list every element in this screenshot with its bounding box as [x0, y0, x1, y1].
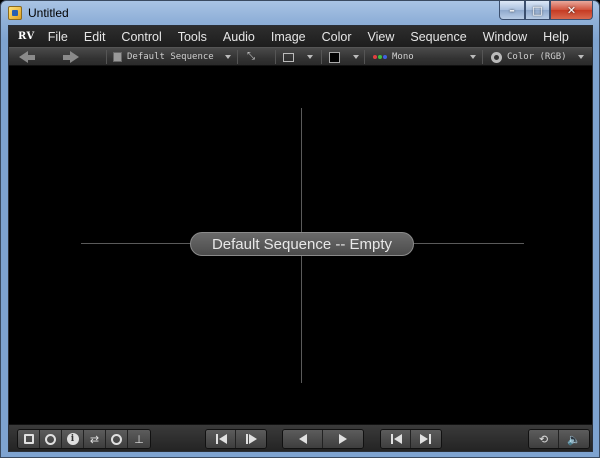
menu-help[interactable]: Help	[543, 30, 569, 44]
minimize-button[interactable]: –	[499, 1, 525, 20]
color-select[interactable]: Color (RGB)	[491, 48, 584, 66]
play-backward-button[interactable]	[283, 430, 323, 448]
sequence-select-label: Default Sequence	[127, 52, 214, 62]
window-controls: – □ ✕	[499, 1, 593, 20]
rgb-channels-icon	[373, 55, 388, 59]
close-button[interactable]: ✕	[550, 1, 593, 20]
empty-sequence-message: Default Sequence -- Empty	[190, 232, 414, 256]
bar-icon	[215, 434, 218, 444]
speaker-icon: 🔈	[567, 432, 581, 446]
playback-options-group: ⟲ 🔈	[528, 429, 590, 449]
title-bar[interactable]: Untitled – □ ✕	[1, 1, 599, 25]
bottom-control-bar: i ⇄ ⊥ ⟲ 🔈	[9, 424, 592, 451]
arrow-left-icon	[19, 51, 28, 63]
color-select-label: Color (RGB)	[507, 52, 567, 62]
maximize-button[interactable]: □	[525, 1, 550, 20]
baseline-button[interactable]: ⊥	[128, 430, 150, 448]
channel-select-label: Mono	[392, 52, 414, 62]
go-to-start-icon	[393, 434, 402, 444]
menu-edit[interactable]: Edit	[84, 30, 106, 44]
play-forward-icon	[339, 434, 347, 444]
menu-file[interactable]: File	[48, 30, 68, 44]
menu-audio[interactable]: Audio	[223, 30, 255, 44]
go-to-end-button[interactable]	[411, 430, 441, 448]
info-icon: i	[66, 433, 79, 445]
swap-icon: ⇄	[89, 432, 100, 446]
resize-icon: ⤡	[247, 51, 255, 62]
play-backward-icon	[298, 434, 307, 444]
menu-view[interactable]: View	[368, 30, 395, 44]
play-group	[282, 429, 364, 449]
close-icon: ✕	[566, 3, 577, 17]
volume-button[interactable]: 🔈	[559, 430, 589, 448]
chevron-down-icon	[578, 55, 584, 59]
bar-icon	[246, 434, 248, 444]
step-back-button[interactable]	[206, 430, 236, 448]
baseline-icon: ⊥	[134, 432, 144, 446]
maximize-icon: □	[532, 3, 543, 17]
menu-control[interactable]: Control	[121, 30, 161, 44]
go-to-end-icon	[420, 434, 428, 444]
fit-button[interactable]: ⤡	[247, 48, 255, 66]
loop-mode-button[interactable]: ⟲	[529, 430, 559, 448]
frame-select[interactable]	[283, 48, 313, 66]
menu-sequence[interactable]: Sequence	[410, 30, 466, 44]
color-space-icon	[491, 51, 502, 63]
background-select[interactable]	[329, 48, 359, 66]
chevron-down-icon	[353, 55, 359, 59]
forward-button[interactable]	[63, 48, 79, 66]
color-swatch-icon	[329, 51, 340, 63]
app-window: Untitled – □ ✕ RV File Edit Control Tool…	[0, 0, 600, 458]
bar-icon	[429, 434, 431, 444]
image-viewer[interactable]: Default Sequence -- Empty	[9, 66, 592, 424]
step-forward-icon	[249, 434, 257, 444]
info-button[interactable]: i	[62, 430, 84, 448]
toolbar: Default Sequence ⤡ Mono Color (RGB)	[9, 47, 592, 66]
channel-select[interactable]: Mono	[373, 48, 476, 66]
chevron-down-icon	[470, 55, 476, 59]
rv-logo[interactable]: RV	[18, 31, 35, 42]
window-title: Untitled	[28, 6, 69, 20]
arrow-right-icon	[70, 51, 79, 63]
loop-icon: ⟲	[538, 432, 549, 446]
go-to-start-button[interactable]	[381, 430, 411, 448]
panel-icon	[23, 434, 34, 444]
back-button[interactable]	[19, 48, 35, 66]
upload-icon	[111, 433, 122, 445]
chevron-down-icon	[307, 55, 313, 59]
step-group	[205, 429, 267, 449]
upload-button[interactable]	[106, 430, 128, 448]
menu-bar: RV File Edit Control Tools Audio Image C…	[9, 26, 592, 47]
color-wheel-button[interactable]	[40, 430, 62, 448]
play-forward-button[interactable]	[323, 430, 363, 448]
menu-window[interactable]: Window	[483, 30, 527, 44]
minimize-icon: –	[509, 3, 515, 17]
color-wheel-icon	[45, 433, 56, 445]
bar-icon	[390, 434, 393, 444]
step-back-icon	[218, 434, 227, 444]
menu-color[interactable]: Color	[322, 30, 352, 44]
chevron-down-icon	[225, 55, 231, 59]
view-tools-group: i ⇄ ⊥	[17, 429, 151, 449]
menu-tools[interactable]: Tools	[178, 30, 207, 44]
step-forward-button[interactable]	[236, 430, 266, 448]
app-icon[interactable]	[8, 6, 22, 20]
client-area: RV File Edit Control Tools Audio Image C…	[8, 25, 593, 452]
sequence-icon	[113, 52, 122, 62]
frame-icon	[283, 52, 294, 62]
swap-button[interactable]: ⇄	[84, 430, 106, 448]
sequence-select[interactable]: Default Sequence	[113, 48, 231, 66]
jump-group	[380, 429, 442, 449]
panel-button[interactable]	[18, 430, 40, 448]
menu-image[interactable]: Image	[271, 30, 306, 44]
